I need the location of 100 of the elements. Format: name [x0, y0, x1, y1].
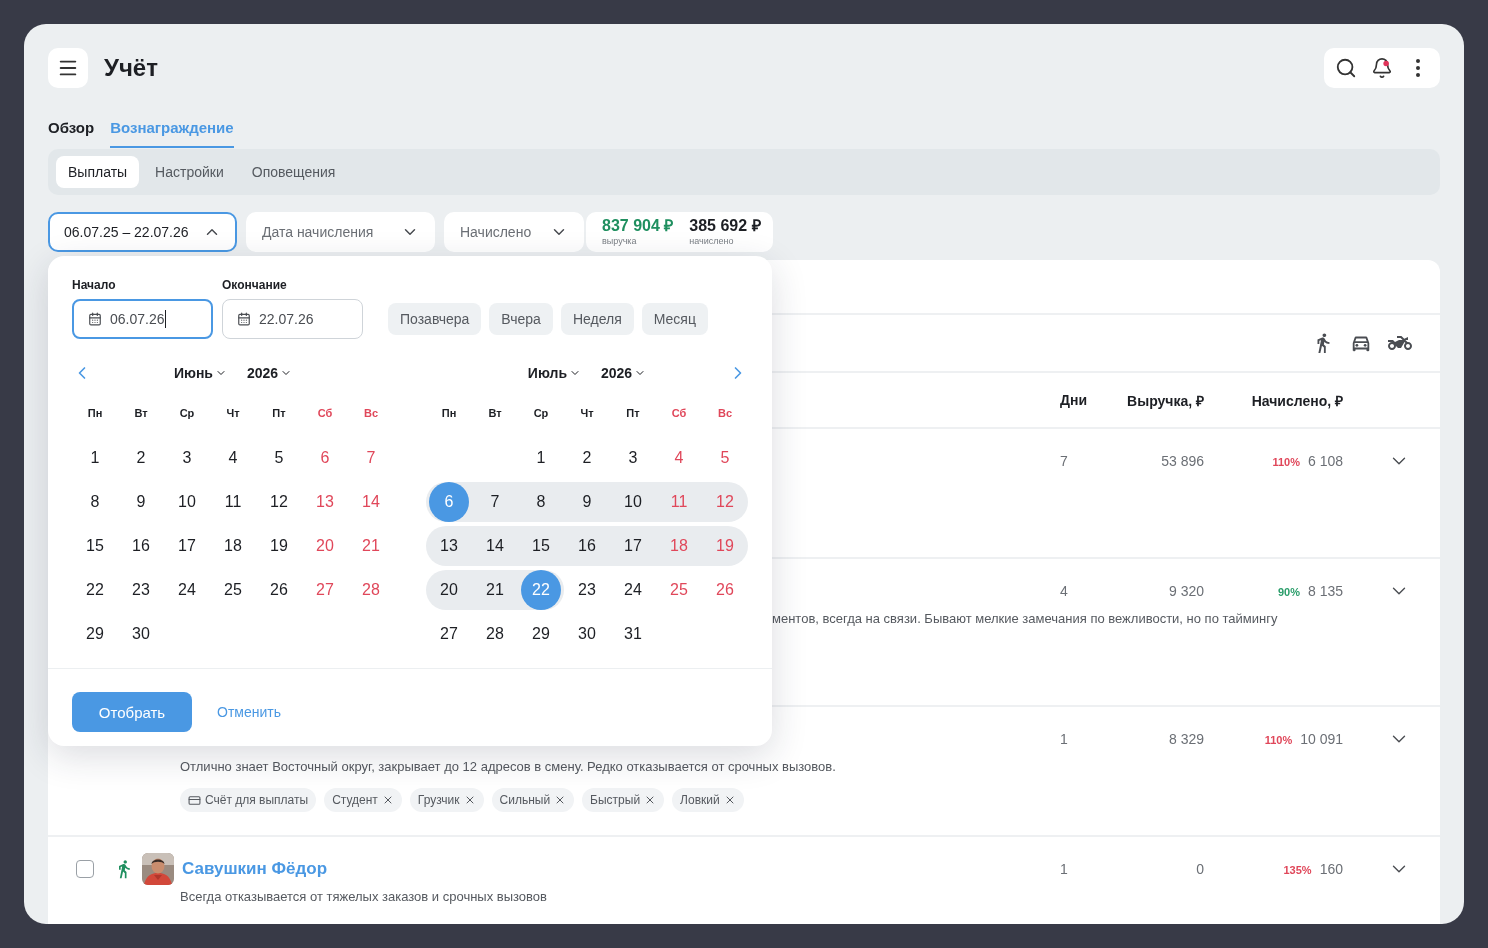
tag-label: Быстрый — [590, 793, 641, 807]
calendar-day[interactable]: 29 — [75, 614, 115, 654]
weekday-label: Ср — [178, 407, 196, 419]
calendar-day[interactable]: 30 — [567, 614, 607, 654]
calendar-day[interactable]: 27 — [429, 614, 469, 654]
calendar-day[interactable]: 8 — [521, 482, 561, 522]
subtab[interactable]: Оповещения — [239, 156, 348, 188]
weekday-label: Чт — [225, 407, 241, 419]
year-select[interactable]: 2026 — [246, 365, 293, 381]
calendar-day[interactable]: 10 — [613, 482, 653, 522]
calendar-day[interactable]: 4 — [659, 438, 699, 478]
calendar-day[interactable]: 28 — [351, 570, 391, 610]
calendar-day[interactable]: 11 — [213, 482, 253, 522]
preset-button[interactable]: Неделя — [560, 303, 634, 335]
preset-button[interactable]: Позавчера — [388, 303, 482, 335]
table-cell: 10 091 — [1300, 731, 1343, 747]
calendar-day[interactable]: 31 — [613, 614, 653, 654]
filter-select[interactable]: Дата начисления — [246, 212, 435, 252]
calendar-day[interactable]: 26 — [259, 570, 299, 610]
calendar-day[interactable]: 3 — [167, 438, 207, 478]
tab[interactable]: Обзор — [48, 108, 95, 148]
total-value: 385 692 ₽ — [689, 216, 761, 236]
row-checkbox[interactable] — [76, 860, 94, 878]
date-input[interactable]: 06.07.26 — [72, 299, 213, 339]
calendar-day[interactable]: 1 — [75, 438, 115, 478]
calendar-day[interactable]: 16 — [121, 526, 161, 566]
weekday-label: Вс — [716, 407, 734, 419]
calendar-day[interactable]: 26 — [705, 570, 745, 610]
weekday-label: Сб — [670, 407, 688, 419]
calendar-day[interactable]: 4 — [213, 438, 253, 478]
calendar-day[interactable]: 14 — [351, 482, 391, 522]
tag-label: Счёт для выплаты — [205, 793, 309, 807]
calendar-day[interactable]: 7 — [475, 482, 515, 522]
subtab[interactable]: Выплаты — [56, 156, 140, 188]
calendar-day[interactable]: 25 — [659, 570, 699, 610]
month-select[interactable]: Июль — [527, 365, 581, 381]
calendar-day[interactable]: 23 — [567, 570, 607, 610]
subtab[interactable]: Настройки — [143, 156, 236, 188]
calendar-day[interactable]: 19 — [259, 526, 299, 566]
table-cell: 8 135 — [1307, 583, 1343, 599]
calendar-day[interactable]: 20 — [429, 570, 469, 610]
calendar-day[interactable]: 18 — [213, 526, 253, 566]
column-header: Дни — [1060, 392, 1088, 408]
calendar-day[interactable]: 24 — [613, 570, 653, 610]
calendar-day[interactable]: 17 — [613, 526, 653, 566]
calendar-day[interactable]: 21 — [351, 526, 391, 566]
table-cell: 160 — [1319, 861, 1343, 877]
date-input[interactable]: 22.07.26 — [222, 299, 363, 339]
total-value: 837 904 ₽ — [602, 216, 674, 236]
menu-button[interactable] — [48, 48, 88, 88]
calendar-day[interactable]: 25 — [213, 570, 253, 610]
preset-button[interactable]: Вчера — [489, 303, 553, 335]
preset-button[interactable]: Месяц — [641, 303, 708, 335]
weekday-label: Ср — [532, 407, 550, 419]
calendar-icon — [88, 312, 102, 326]
calendar-day[interactable]: 27 — [305, 570, 345, 610]
calendar-day[interactable]: 22 — [75, 570, 115, 610]
calendar-day[interactable]: 16 — [567, 526, 607, 566]
calendar-day[interactable]: 20 — [305, 526, 345, 566]
calendar-day[interactable]: 24 — [167, 570, 207, 610]
calendar-day[interactable]: 1 — [521, 438, 561, 478]
table-cell: 6 108 — [1307, 453, 1343, 469]
calendar-day[interactable]: 23 — [121, 570, 161, 610]
calendar-day[interactable]: 5 — [705, 438, 745, 478]
date-range-select[interactable]: 06.07.25 – 22.07.26 — [48, 212, 237, 252]
calendar-day[interactable]: 2 — [121, 438, 161, 478]
calendar-day[interactable]: 15 — [75, 526, 115, 566]
calendar-day[interactable]: 17 — [167, 526, 207, 566]
calendar-day[interactable]: 21 — [475, 570, 515, 610]
calendar-day[interactable]: 5 — [259, 438, 299, 478]
calendar-day[interactable]: 13 — [305, 482, 345, 522]
calendar-day[interactable]: 7 — [351, 438, 391, 478]
calendar-day[interactable]: 14 — [475, 526, 515, 566]
table-cell: 53 896 — [1161, 453, 1204, 469]
calendar-day[interactable]: 3 — [613, 438, 653, 478]
table-cell: 0 — [1196, 861, 1204, 877]
weekday-label: Пн — [86, 407, 104, 419]
total-caption: начислено — [689, 236, 735, 246]
calendar-day[interactable]: 30 — [121, 614, 161, 654]
calendar-day[interactable]: 12 — [259, 482, 299, 522]
calendar-day[interactable]: 29 — [521, 614, 561, 654]
calendar-day[interactable]: 9 — [121, 482, 161, 522]
year-select[interactable]: 2026 — [601, 365, 647, 381]
weekday-label: Пт — [625, 407, 641, 419]
page-title: Учёт — [104, 54, 158, 82]
table-cell: 1 — [1060, 731, 1068, 747]
calendar-day[interactable]: 13 — [429, 526, 469, 566]
calendar-day[interactable]: 15 — [521, 526, 561, 566]
row-description: ментов, всегда на связи. Бывают мелкие замечания по вежливости, но по таймингу — [771, 611, 1279, 626]
calendar-day[interactable]: 9 — [567, 482, 607, 522]
tag-label: Грузчик — [417, 793, 460, 807]
calendar-day[interactable]: 10 — [167, 482, 207, 522]
month-select[interactable]: Июнь — [173, 365, 227, 381]
row-description: Всегда отказывается от тяжелых заказов и срочных вызовов — [179, 889, 548, 904]
calendar-day[interactable]: 2 — [567, 438, 607, 478]
filter-select[interactable]: Начислено — [444, 212, 584, 252]
calendar-day[interactable]: 8 — [75, 482, 115, 522]
calendar-day[interactable]: 6 — [305, 438, 345, 478]
calendar-day[interactable]: 28 — [475, 614, 515, 654]
weekday-label: Пн — [440, 407, 458, 419]
